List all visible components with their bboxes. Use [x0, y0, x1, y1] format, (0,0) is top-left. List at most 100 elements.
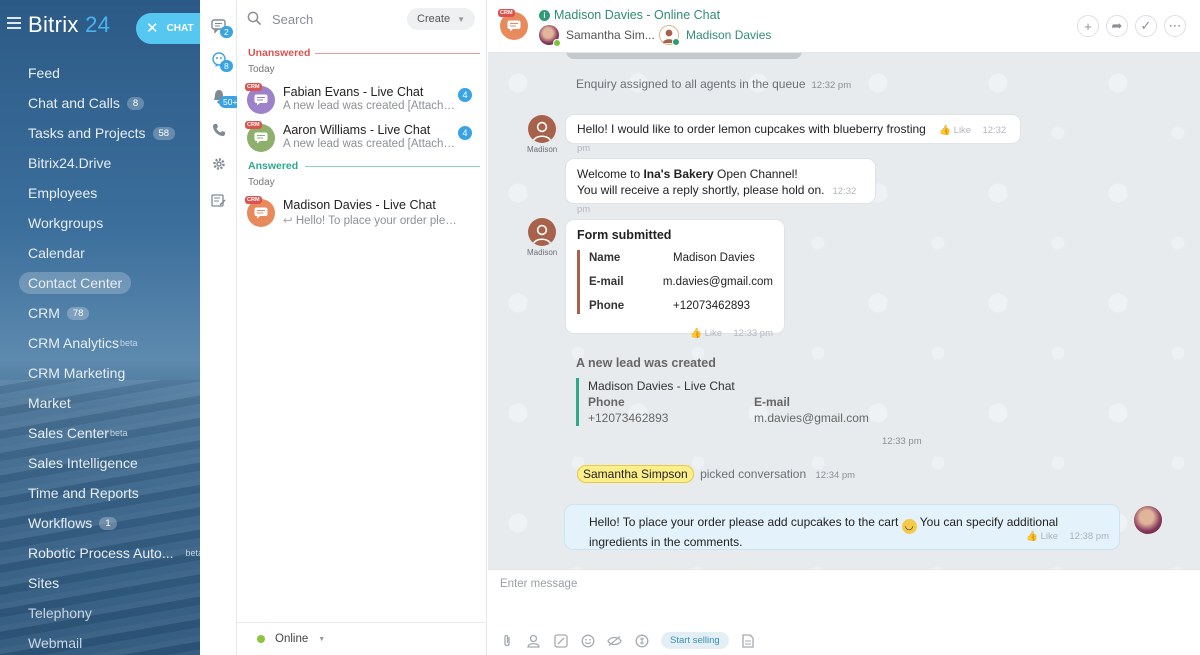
sidebar-item-telephony[interactable]: Telephony [0, 598, 200, 628]
message-time: 12:34 pm [815, 470, 856, 481]
message-text-part: Hello! To place your order please add cu… [589, 515, 899, 529]
client-chip[interactable]: Madison Davies [659, 25, 771, 46]
message-text: You will receive a reply shortly, please… [577, 183, 825, 197]
message-history[interactable]: Enquiry assigned to all agents in the qu… [488, 53, 1200, 569]
message-text-part: Welcome to [577, 167, 644, 181]
sidebar-item-workgroups[interactable]: Workgroups [0, 208, 200, 238]
beta-label: beta [120, 338, 138, 348]
check-icon: ✓ [1140, 18, 1152, 33]
header-actions: + ➦ ✓ ⋯ [1077, 15, 1186, 37]
chat-bubble-icon [254, 94, 268, 106]
sidebar-item-workflows[interactable]: Workflows 1 [0, 508, 200, 538]
rail-notifications-button[interactable]: 50+ [200, 84, 242, 108]
sidebar-item-market[interactable]: Market [0, 388, 200, 418]
recent-chat-item[interactable]: CRM Fabian Evans - Live Chat A new lead … [237, 83, 486, 120]
hide-button[interactable] [607, 633, 622, 648]
eye-off-icon [607, 635, 622, 646]
message-meta: 👍 Like 12:33 pm [577, 324, 773, 342]
sidebar-item-tasks[interactable]: Tasks and Projects 58 [0, 118, 200, 148]
operator-message-bubble[interactable]: Hello! To place your order please add cu… [564, 504, 1120, 550]
sidebar-item-webmail[interactable]: Webmail [0, 628, 200, 655]
attach-button[interactable] [499, 633, 514, 648]
info-icon: i [539, 9, 550, 21]
lead-card[interactable]: Madison Davies - Live Chat Phone +1207346… [576, 378, 876, 426]
sidebar-item-crm[interactable]: CRM 78 [0, 298, 200, 328]
close-conversation-button[interactable]: ✓ [1135, 15, 1157, 37]
emoji-button[interactable] [580, 633, 595, 648]
sidebar-item-calendar[interactable]: Calendar [0, 238, 200, 268]
message-text: Hello! I would like to order lemon cupca… [577, 122, 926, 136]
sidebar-item-crm-marketing[interactable]: CRM Marketing [0, 358, 200, 388]
counter-badge: 8 [126, 96, 145, 110]
unread-counter: 4 [458, 88, 472, 102]
sidebar-item-employees[interactable]: Employees [0, 178, 200, 208]
sidebar-item-crm-analytics[interactable]: CRM Analytics beta [0, 328, 200, 358]
openline-avatar: CRM [245, 83, 275, 114]
crm-tag: CRM [245, 196, 262, 204]
chat-avatar[interactable]: CRM [498, 9, 528, 40]
form-row: E-mail m.davies@gmail.com [589, 274, 773, 290]
form-button[interactable] [553, 633, 568, 648]
sidebar-item-sales-center[interactable]: Sales Center beta [0, 418, 200, 448]
contact-button[interactable] [526, 633, 541, 648]
sidebar-item-rpa[interactable]: Robotic Process Auto... beta [0, 538, 200, 568]
sidebar-item-label: Workflows [28, 515, 93, 531]
like-button[interactable]: 👍 Like [690, 328, 722, 339]
chat-close-button[interactable]: ✕ CHAT [136, 13, 200, 44]
messenger-icon-rail: 2 8 50+ [200, 0, 242, 655]
sidebar-item-feed[interactable]: Feed [0, 58, 200, 88]
rail-settings-button[interactable] [200, 152, 237, 176]
chat-title: Fabian Evans - Live Chat [283, 85, 424, 99]
crm-tag: CRM [245, 121, 262, 129]
message-bubble[interactable]: Hello! I would like to order lemon cupca… [565, 114, 1021, 154]
sidebar-item-sites[interactable]: Sites [0, 568, 200, 598]
rail-phone-button[interactable] [200, 118, 237, 142]
form-message-bubble[interactable]: Form submitted Name Madison Davies E-mail… [565, 219, 785, 339]
create-button[interactable]: Create ▼ [407, 8, 475, 30]
avatar-caption: Madison [527, 248, 558, 257]
message-bubble[interactable]: Welcome to Ina's Bakery Open Channel! Yo… [565, 158, 876, 215]
form-value: Madison Davies [673, 252, 755, 264]
rail-list-button[interactable] [200, 189, 237, 213]
operator-mention-chip[interactable]: Samantha Simpson [577, 465, 694, 483]
more-button[interactable]: ⋯ [1164, 15, 1186, 37]
add-user-button[interactable]: + [1077, 15, 1099, 37]
gear-icon [212, 158, 225, 170]
message-input[interactable]: Enter message [500, 578, 577, 590]
recent-chat-item[interactable]: CRM Madison Davies - Live Chat ↩ Hello! … [237, 196, 486, 233]
operator-avatar[interactable] [1134, 506, 1162, 534]
rail-openlines-button[interactable]: 8 [200, 48, 237, 72]
search-icon [247, 11, 262, 26]
counter-badge: 78 [66, 306, 90, 320]
sidebar-item-chat-and-calls[interactable]: Chat and Calls 8 [0, 88, 200, 118]
sidebar-header: Bitrix 24 ✕ CHAT [0, 0, 200, 52]
form-row: Name Madison Davies [589, 250, 773, 266]
sidebar-item-drive[interactable]: Bitrix24.Drive [0, 148, 200, 178]
like-button[interactable]: 👍 Like [1026, 531, 1058, 542]
transfer-button[interactable]: ➦ [1106, 15, 1128, 37]
client-avatar[interactable]: Madison [527, 218, 557, 257]
counter-badge: 58 [152, 126, 176, 140]
sidebar-item-label: Market [28, 395, 71, 411]
like-button[interactable]: 👍 Like [939, 125, 971, 136]
search-input[interactable]: Search [272, 12, 313, 27]
client-avatar[interactable]: Madison [527, 115, 557, 154]
sidebar-item-label: Calendar [28, 245, 85, 261]
sidebar-item-time-and-reports[interactable]: Time and Reports [0, 478, 200, 508]
status-selector[interactable]: Online ▼ [237, 622, 486, 655]
document-button[interactable] [741, 633, 756, 648]
rail-chats-button[interactable]: 2 [200, 14, 237, 38]
start-selling-button[interactable]: Start selling [661, 632, 729, 649]
payment-button[interactable] [634, 633, 649, 648]
operator-chip[interactable]: Samantha Sim... [539, 25, 655, 47]
form-row: Phone +12073462893 [589, 298, 773, 314]
app-logo[interactable]: Bitrix 24 [28, 12, 110, 38]
paperclip-icon [503, 634, 510, 646]
chevron-down-icon: ▼ [318, 635, 326, 643]
sidebar-item-contact-center[interactable]: Contact Center [0, 268, 200, 298]
sidebar-item-sales-intelligence[interactable]: Sales Intelligence [0, 448, 200, 478]
menu-burger-icon[interactable] [7, 17, 21, 29]
recent-chat-item[interactable]: CRM Aaron Williams - Live Chat A new lea… [237, 121, 486, 158]
chat-title[interactable]: i Madison Davies - Online Chat [539, 8, 720, 22]
lead-field-value: m.davies@gmail.com [754, 411, 869, 425]
